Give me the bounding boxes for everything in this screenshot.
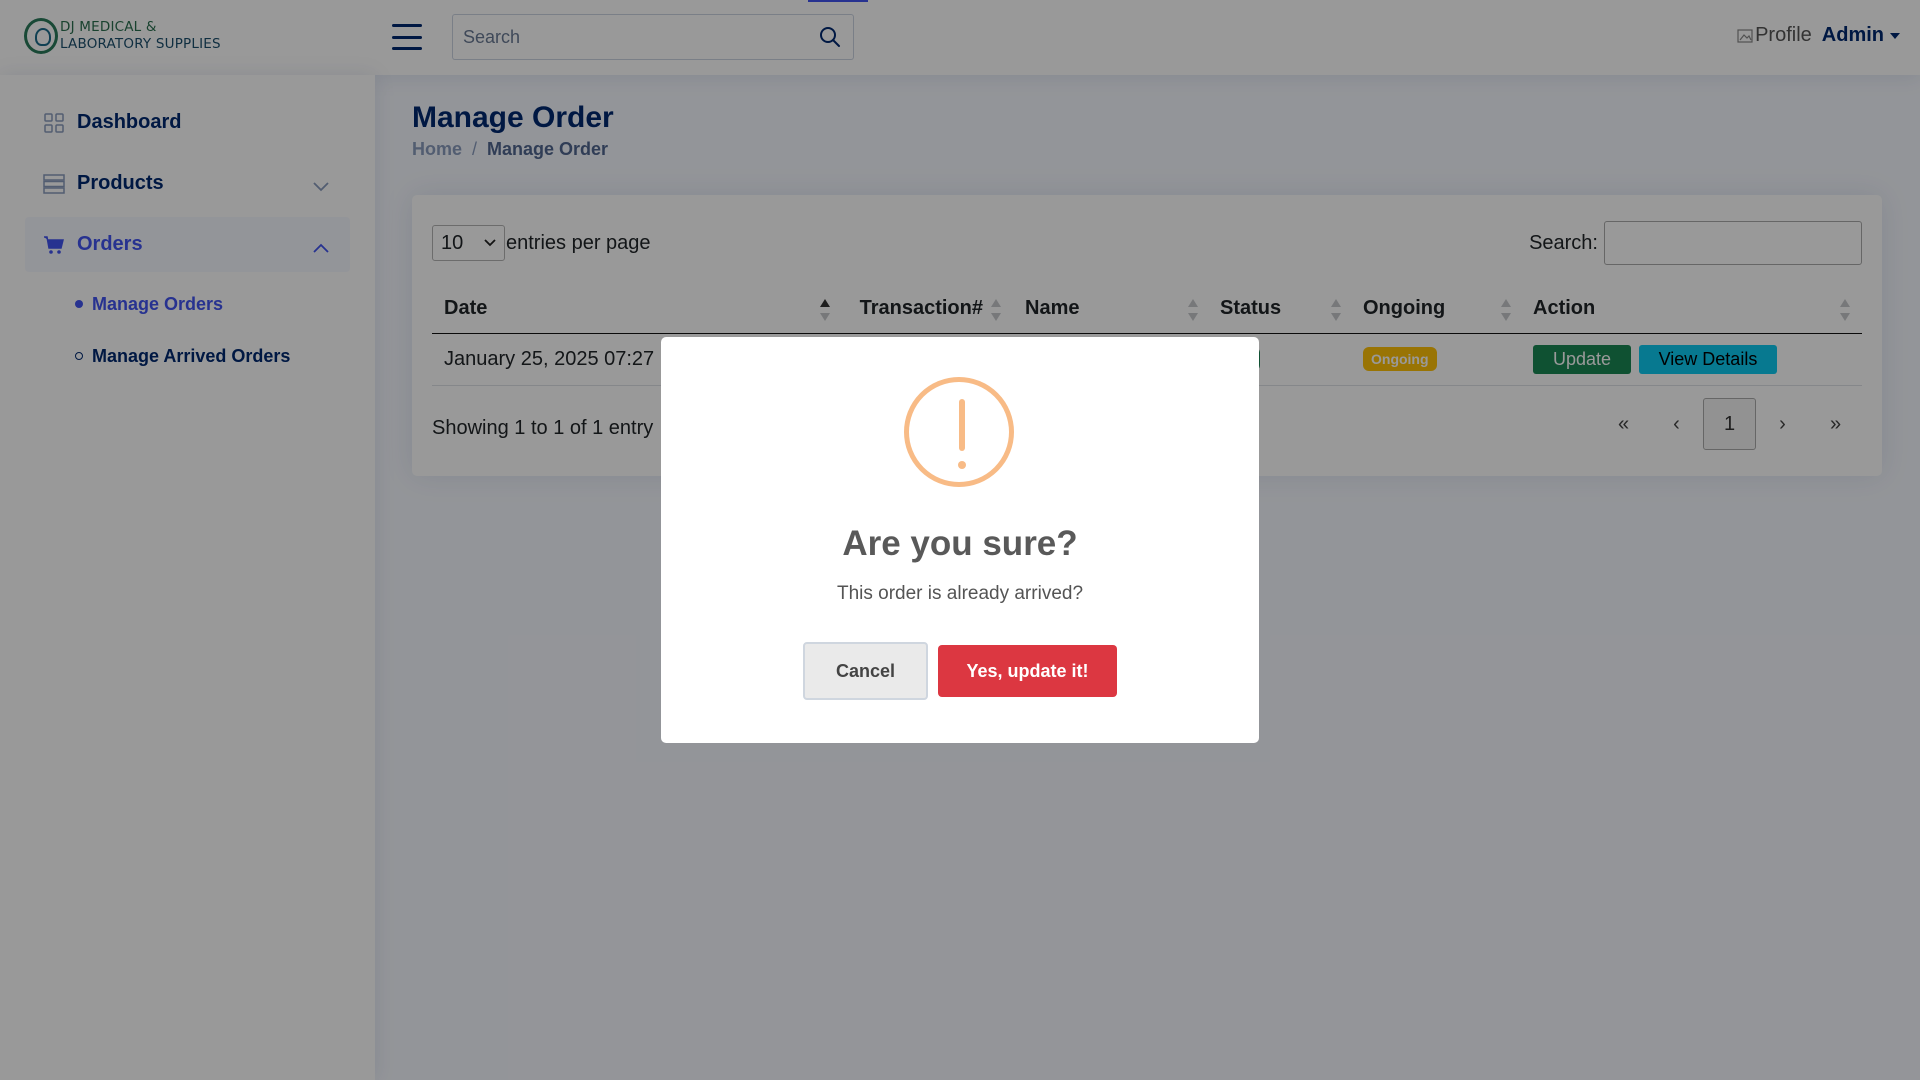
cancel-button[interactable]: Cancel	[803, 642, 928, 700]
confirm-dialog: Are you sure? This order is already arri…	[661, 337, 1259, 743]
warning-icon	[904, 377, 1014, 487]
dialog-message: This order is already arrived?	[836, 583, 1084, 604]
dialog-title: Are you sure?	[842, 524, 1078, 563]
confirm-update-button[interactable]: Yes, update it!	[938, 645, 1117, 697]
dialog-actions: Cancel Yes, update it!	[661, 642, 1259, 700]
